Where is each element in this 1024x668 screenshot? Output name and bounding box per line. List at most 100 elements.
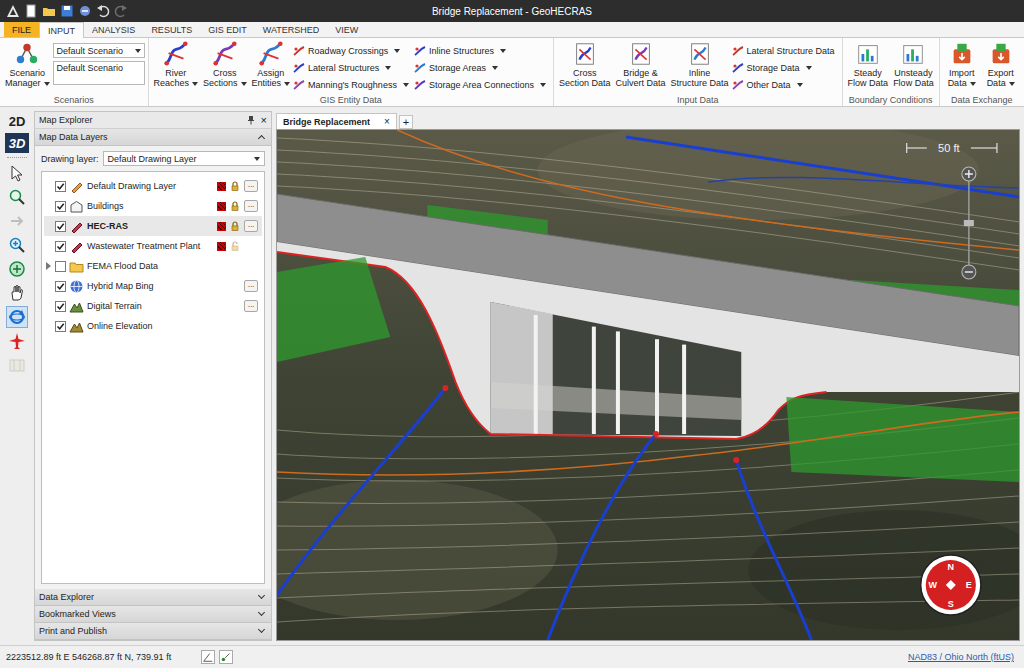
save-icon[interactable]: [60, 4, 74, 18]
map-tool-button[interactable]: [6, 234, 28, 256]
layer-checkbox[interactable]: [55, 321, 66, 332]
ribbon-button[interactable]: CrossSections: [201, 40, 249, 89]
ribbon-tab[interactable]: RESULTS: [143, 22, 200, 37]
dropdown-arrow-icon[interactable]: [135, 49, 141, 53]
dropdown-arrow-icon[interactable]: [970, 82, 976, 86]
ribbon-tab[interactable]: WATERSHED: [255, 22, 328, 37]
map-tool-button[interactable]: [6, 258, 28, 280]
chevron-icon[interactable]: [258, 609, 265, 616]
dropdown-arrow-icon[interactable]: [385, 66, 391, 70]
new-file-icon[interactable]: [24, 4, 38, 18]
map-tool-button[interactable]: [6, 354, 28, 376]
layer-options-button[interactable]: ...: [244, 200, 258, 212]
undo-icon[interactable]: [96, 4, 110, 18]
layer-row[interactable]: Buildings...: [44, 196, 262, 216]
ribbon-button[interactable]: AssignEntities: [250, 40, 293, 89]
layer-row[interactable]: Digital Terrain...: [44, 296, 262, 316]
dropdown-arrow-icon[interactable]: [540, 83, 546, 87]
chevron-icon[interactable]: [258, 135, 265, 142]
layer-checkbox[interactable]: [55, 181, 66, 192]
redo-icon[interactable]: [114, 4, 128, 18]
explorer-section-header[interactable]: Data Explorer: [35, 589, 271, 606]
ribbon-button[interactable]: ImportData: [943, 40, 981, 89]
layer-checkbox[interactable]: [55, 261, 66, 272]
map-tool-button[interactable]: [6, 210, 28, 232]
ribbon-tab[interactable]: GIS EDIT: [200, 22, 255, 37]
ribbon-button[interactable]: UnsteadyFlow Data: [891, 40, 936, 89]
layer-row[interactable]: Default Drawing Layer...: [44, 176, 262, 196]
map-tool-button[interactable]: [6, 330, 28, 352]
ribbon-button[interactable]: InlineStructure Data: [669, 40, 731, 89]
layer-row[interactable]: Online Elevation: [44, 316, 262, 336]
view-mode-button[interactable]: 3D: [5, 133, 29, 153]
dropdown-arrow-icon[interactable]: [44, 82, 50, 86]
ribbon-small-button[interactable]: Lateral Structure Data: [732, 42, 839, 59]
expand-arrow-icon[interactable]: [46, 262, 51, 270]
ribbon-small-button[interactable]: Storage Areas: [414, 59, 550, 76]
lock-icon[interactable]: [230, 181, 240, 191]
map-tool-button[interactable]: [6, 162, 28, 184]
drawing-layer-select[interactable]: Default Drawing Layer: [103, 151, 265, 166]
dropdown-arrow-icon[interactable]: [254, 157, 260, 161]
lock-icon[interactable]: [230, 241, 240, 251]
map-tool-button[interactable]: [6, 282, 28, 304]
ribbon-tab[interactable]: FILE: [4, 22, 39, 37]
dropdown-arrow-icon[interactable]: [284, 82, 290, 86]
layer-options-button[interactable]: ...: [244, 220, 258, 232]
compass[interactable]: NESW: [921, 555, 981, 615]
layer-checkbox[interactable]: [55, 281, 66, 292]
ribbon-button[interactable]: ExportData: [982, 40, 1020, 89]
layer-checkbox[interactable]: [55, 201, 66, 212]
ribbon-button[interactable]: ScenarioManager: [3, 40, 52, 89]
layer-row[interactable]: Wastewater Treatment Plant: [44, 236, 262, 256]
ribbon-small-button[interactable]: Storage Data: [732, 59, 839, 76]
open-folder-icon[interactable]: [42, 4, 56, 18]
layer-checkbox[interactable]: [55, 241, 66, 252]
close-button[interactable]: ×: [261, 115, 267, 126]
coordinate-system-link[interactable]: NAD83 / Ohio North (ftUS): [908, 652, 1018, 662]
layer-checkbox[interactable]: [55, 301, 66, 312]
scenario-select[interactable]: Default Scenario: [53, 43, 145, 58]
app-logo-icon[interactable]: [6, 4, 20, 18]
layer-row[interactable]: Hybrid Map Bing...: [44, 276, 262, 296]
measure-icon[interactable]: [201, 650, 215, 664]
dropdown-arrow-icon[interactable]: [797, 83, 803, 87]
terrain-3d-view[interactable]: 50 ftNESW: [277, 130, 1019, 640]
dropdown-arrow-icon[interactable]: [500, 49, 506, 53]
chevron-icon[interactable]: [258, 626, 265, 633]
layer-style-icon[interactable]: [217, 202, 226, 211]
map-tool-button[interactable]: [6, 186, 28, 208]
new-tab-button[interactable]: +: [399, 115, 413, 129]
layer-options-button[interactable]: ...: [244, 280, 258, 292]
ribbon-small-button[interactable]: Storage Area Connections: [414, 76, 550, 93]
lock-icon[interactable]: [230, 201, 240, 211]
view-mode-button[interactable]: 2D: [5, 111, 29, 131]
dropdown-arrow-icon[interactable]: [1009, 82, 1015, 86]
lock-icon[interactable]: [230, 221, 240, 231]
dropdown-arrow-icon[interactable]: [492, 66, 498, 70]
ribbon-small-button[interactable]: Roadway Crossings: [293, 42, 413, 59]
layer-options-button[interactable]: ...: [244, 300, 258, 312]
chevron-icon[interactable]: [258, 592, 265, 599]
layer-style-icon[interactable]: [217, 182, 226, 191]
layer-row[interactable]: FEMA Flood Data: [44, 256, 262, 276]
ribbon-button[interactable]: SteadyFlow Data: [846, 40, 891, 89]
dropdown-arrow-icon[interactable]: [192, 82, 198, 86]
close-tab-button[interactable]: ×: [384, 116, 390, 127]
dropdown-arrow-icon[interactable]: [241, 82, 247, 86]
ribbon-button[interactable]: CrossSection Data: [557, 40, 613, 89]
ribbon-small-button[interactable]: Other Data: [732, 76, 839, 93]
ribbon-button[interactable]: RiverReaches: [152, 40, 201, 89]
layer-style-icon[interactable]: [217, 222, 226, 231]
ribbon-small-button[interactable]: Lateral Structures: [293, 59, 413, 76]
zoom-control[interactable]: [962, 167, 976, 279]
layer-options-button[interactable]: ...: [244, 180, 258, 192]
dropdown-arrow-icon[interactable]: [403, 83, 409, 87]
ribbon-tab[interactable]: VIEW: [327, 22, 366, 37]
ribbon-small-button[interactable]: Inline Structures: [414, 42, 550, 59]
ribbon-tab[interactable]: ANALYSIS: [84, 22, 143, 37]
snap-icon[interactable]: [219, 650, 233, 664]
document-tab[interactable]: Bridge Replacement×: [276, 113, 397, 129]
ribbon-tab[interactable]: INPUT: [39, 22, 84, 38]
scenario-field[interactable]: Default Scenario: [53, 61, 145, 85]
